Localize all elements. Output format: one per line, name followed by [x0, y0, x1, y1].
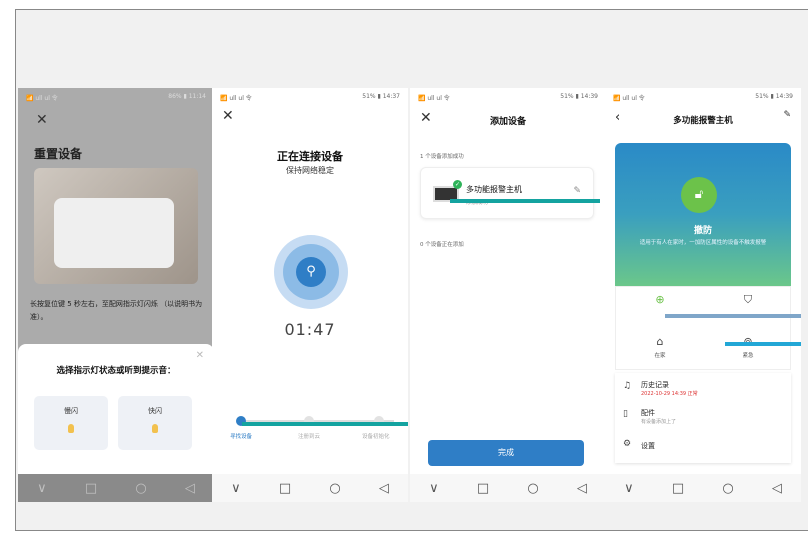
- done-button[interactable]: 完成: [428, 440, 584, 466]
- phone-reset-device: 📶 ull ul 令 86% ▮ 11:14 ✕ 重置设备 长按复位键 5 秒左右…: [18, 88, 214, 502]
- status-battery: 86% ▮ 11:14: [168, 93, 206, 100]
- step-label: 寻找设备: [230, 434, 253, 440]
- home-square-icon[interactable]: □: [279, 481, 291, 496]
- circle-icon[interactable]: ○: [135, 481, 146, 496]
- progress-bar: [242, 422, 408, 426]
- back-chevron-icon[interactable]: ∨: [231, 481, 241, 496]
- option-label: 快闪: [148, 407, 162, 415]
- bulb-icon: [68, 424, 74, 433]
- highlight-bar: [665, 314, 801, 318]
- nav-bar: ∨ □ ○ ◁: [212, 474, 408, 502]
- page-title: 重置设备: [34, 147, 83, 161]
- unlock-icon[interactable]: 🔓︎: [681, 177, 717, 213]
- status-battery: 51% ▮ 14:39: [560, 93, 598, 100]
- highlight-bar: [725, 342, 801, 346]
- home-label: 在家: [654, 353, 666, 359]
- parts-icon: ▯: [623, 409, 628, 419]
- phone-add-device: 📶 ull ul 令 51% ▮ 14:39 ✕ 添加设备 1 个设备添加成功 ✓…: [410, 88, 606, 502]
- countdown-timer: 01:47: [284, 320, 336, 339]
- option-label: 慢闪: [64, 407, 78, 415]
- status-signal: 📶 ull ul 令: [26, 95, 58, 102]
- triangle-back-icon[interactable]: ◁: [577, 481, 587, 496]
- history-item[interactable]: ♫ 历史记录 2022-10-29 14:39 正常: [623, 377, 783, 403]
- bell-icon: ♫: [623, 381, 632, 391]
- back-chevron-icon[interactable]: ∨: [37, 481, 47, 496]
- close-icon[interactable]: ✕: [36, 112, 48, 128]
- highlight-bar: [450, 199, 600, 203]
- close-sheet-icon[interactable]: ✕: [196, 350, 204, 361]
- parts-item[interactable]: ▯ 配件 有设备添加上了: [623, 405, 783, 431]
- home-cell[interactable]: ⌂ 在家: [616, 329, 704, 371]
- status-signal: 📶 ull ul 令: [613, 95, 645, 102]
- disarm-cell[interactable]: ⊕: [616, 287, 704, 329]
- search-icon: ⚲: [296, 257, 326, 287]
- indicator-sheet: ✕ 选择指示灯状态或听到提示音： 慢闪 快闪: [18, 344, 214, 474]
- mode-title: 撤防: [693, 226, 712, 236]
- page-title: 正在连接设备: [277, 150, 343, 163]
- status-signal: 📶 ull ul 令: [220, 95, 252, 102]
- device-name: 多功能报警主机: [466, 185, 522, 194]
- status-bar: 📶 ull ul 令 51% ▮ 14:39: [410, 88, 606, 106]
- fast-flash-option[interactable]: 快闪: [118, 396, 192, 450]
- page-title: 添加设备: [489, 117, 526, 127]
- sheet-title: 选择指示灯状态或听到提示音：: [56, 366, 176, 376]
- status-bar: 📶 ull ul 令 86% ▮ 11:14: [18, 88, 214, 106]
- sos-cell[interactable]: ⊚紧急: [704, 329, 792, 371]
- menu-list: ♫ 历史记录 2022-10-29 14:39 正常 ▯ 配件 有设备添加上了 ⚙ 设置: [615, 373, 791, 463]
- device-card[interactable]: ✓ 多功能报警主机 添加成功 ✎: [420, 167, 594, 219]
- mode-description: 适用于有人在家时，一加防区属性的设备不触发报警: [639, 240, 767, 246]
- search-indicator: ⚲: [274, 235, 348, 309]
- nav-bar: ∨ □ ○ ◁: [18, 474, 214, 502]
- home-square-icon[interactable]: □: [672, 481, 684, 496]
- nav-bar: ∨ □ ○ ◁: [605, 474, 801, 502]
- step-label: 设备初始化: [362, 434, 390, 440]
- back-chevron-icon[interactable]: ∨: [624, 481, 634, 496]
- device-image: [34, 168, 198, 284]
- status-battery: 51% ▮ 14:37: [362, 93, 400, 100]
- mode-grid: ⊕ ⛉ ⌂在家 ⊚紧急: [615, 286, 791, 370]
- triangle-back-icon[interactable]: ◁: [185, 481, 195, 496]
- check-icon: ✓: [453, 180, 462, 189]
- back-chevron-icon[interactable]: ∨: [429, 481, 439, 496]
- status-panel: 🔓︎ 撤防 适用于有人在家时，一加防区属性的设备不触发报警: [615, 143, 791, 286]
- settings-item[interactable]: ⚙ 设置: [623, 435, 783, 461]
- circle-icon[interactable]: ○: [527, 481, 538, 496]
- slow-flash-option[interactable]: 慢闪: [34, 396, 108, 450]
- home-square-icon[interactable]: □: [477, 481, 489, 496]
- nav-bar: ∨ □ ○ ◁: [410, 474, 606, 502]
- added-count: 1 个设备添加成功: [420, 154, 464, 160]
- gear-icon: ⚙: [623, 439, 632, 449]
- bulb-icon: [152, 424, 158, 433]
- triangle-back-icon[interactable]: ◁: [379, 481, 389, 496]
- step-label: 注册到云: [298, 434, 321, 440]
- phone-alarm-host: 📶 ull ul 令 51% ▮ 14:39 ‹ 多功能报警主机 ✎ 🔓︎ 撤防 …: [605, 88, 801, 502]
- triangle-back-icon[interactable]: ◁: [772, 481, 782, 496]
- phone-connecting: 📶 ull ul 令 51% ▮ 14:37 ✕ 正在连接设备 保持网络稳定 ⚲ …: [212, 88, 408, 502]
- status-bar: 📶 ull ul 令 51% ▮ 14:39: [605, 88, 801, 106]
- sos-label: 紧急: [742, 353, 754, 359]
- home-square-icon[interactable]: □: [85, 481, 97, 496]
- status-signal: 📶 ull ul 令: [418, 95, 450, 102]
- status-battery: 51% ▮ 14:39: [755, 93, 793, 100]
- adding-count: 0 个设备正在添加: [420, 242, 464, 248]
- page-subtitle: 保持网络稳定: [286, 166, 334, 175]
- progress-steps: 寻找设备 注册到云 设备初始化: [230, 414, 394, 444]
- circle-icon[interactable]: ○: [722, 481, 733, 496]
- edit-icon[interactable]: ✎: [573, 186, 581, 196]
- circle-icon[interactable]: ○: [329, 481, 340, 496]
- arm-cell[interactable]: ⛉: [704, 287, 792, 329]
- page-title: 多功能报警主机: [673, 116, 733, 126]
- status-bar: 📶 ull ul 令 51% ▮ 14:37: [212, 88, 408, 106]
- reset-instructions: 长按复位键 5 秒左右，至配网指示灯闪烁 （以说明书为准）。: [30, 300, 203, 321]
- close-icon[interactable]: ✕: [222, 108, 234, 124]
- edit-icon[interactable]: ✎: [783, 110, 791, 120]
